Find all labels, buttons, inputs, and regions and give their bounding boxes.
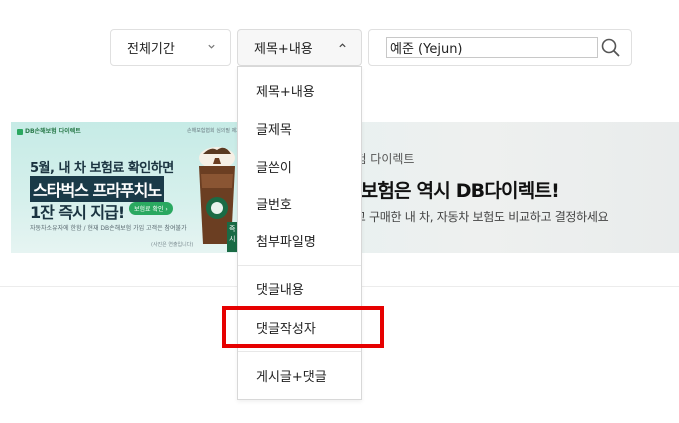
search-scope-label: 제목+내용 <box>254 42 313 57</box>
search-input[interactable] <box>386 37 598 58</box>
search-icon[interactable] <box>600 37 622 59</box>
chevron-down-icon <box>207 42 216 54</box>
dropdown-item-comment-content[interactable]: 댓글내용 <box>256 279 304 298</box>
banner-photo-note: (사진은 연출입니다) <box>151 242 194 248</box>
search-box <box>368 29 632 66</box>
search-scope-select[interactable]: 제목+내용 <box>237 29 362 66</box>
period-select[interactable]: 전체기간 <box>110 29 231 66</box>
highlight-box <box>222 306 384 348</box>
page: 전체기간 제목+내용 DB손해보험 다이렉트 손해보험협회 심의필 제2023-… <box>0 0 679 423</box>
banner-fine-print: 자동차소유자에 한함 / 현재 DB손해보험 가입 고객은 참여불가 <box>30 225 187 232</box>
dropdown-separator <box>238 265 361 266</box>
banner-promo-line3: 1잔 즉시 지급! <box>30 203 125 222</box>
banner-check-button[interactable]: 보험료 확인 › <box>129 202 173 215</box>
banner-headline: 차보험은 역시 DB다이렉트! <box>344 180 560 202</box>
dropdown-item-title[interactable]: 글제목 <box>256 119 292 138</box>
dropdown-item-author[interactable]: 글쓴이 <box>256 157 292 176</box>
dropdown-item-post-and-comment[interactable]: 게시글+댓글 <box>256 366 327 385</box>
db-logo: DB손해보험 다이렉트 <box>17 126 81 135</box>
dropdown-item-post-number[interactable]: 글번호 <box>256 194 292 213</box>
chevron-up-icon <box>338 41 347 53</box>
banner-description: 하고 구매한 내 차, 자동차 보험도 비교하고 결정하세요 <box>344 210 609 224</box>
dropdown-item-title-content[interactable]: 제목+내용 <box>256 81 315 100</box>
dropdown-separator <box>238 351 361 352</box>
banner-promo-line1: 5월, 내 차 보험료 확인하면 <box>30 161 174 176</box>
dropdown-item-attachment-name[interactable]: 첨부파일명 <box>256 231 316 250</box>
search-scope-dropdown: 제목+내용 글제목 글쓴이 글번호 첨부파일명 댓글내용 댓글작성자 게시글+댓… <box>237 66 362 400</box>
period-select-label: 전체기간 <box>127 42 175 57</box>
